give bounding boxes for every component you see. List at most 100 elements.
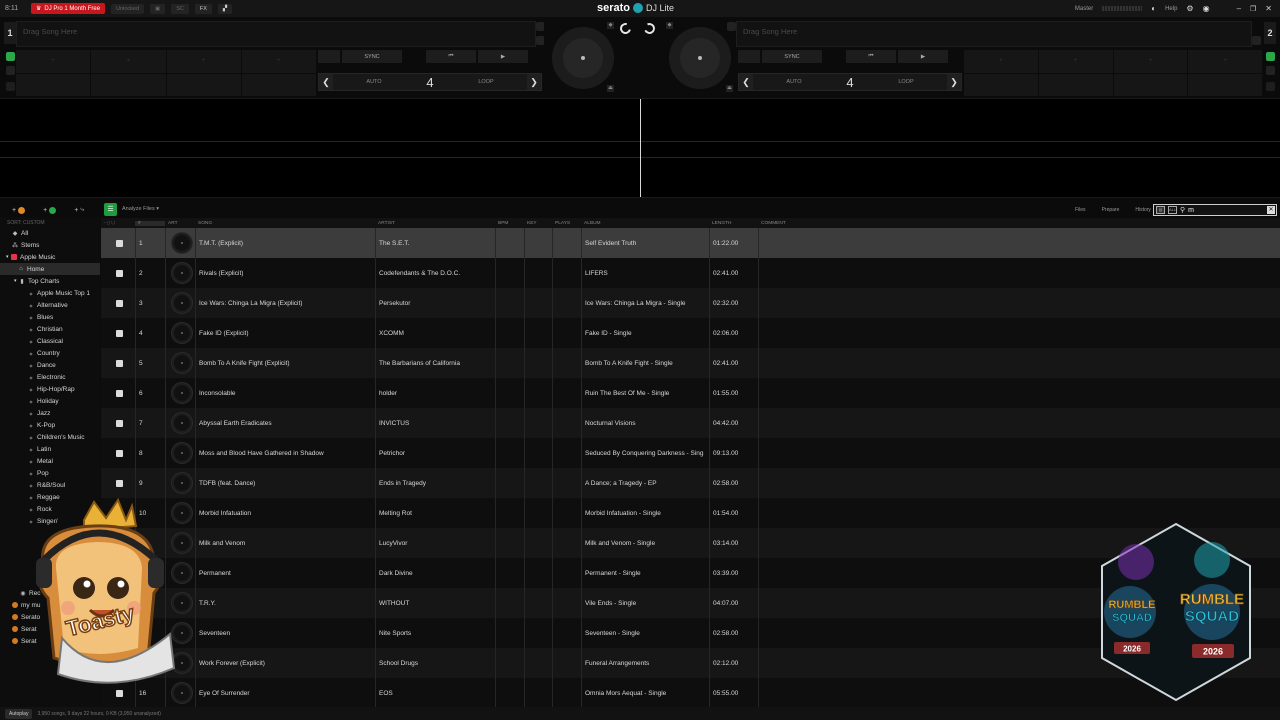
deck-1-pad-mode-icon[interactable] bbox=[6, 52, 15, 61]
deck-1-loop-next[interactable]: ❯ bbox=[527, 74, 541, 90]
deck-2-pencil-icon[interactable] bbox=[727, 22, 736, 31]
cue-pad[interactable]: + bbox=[1113, 50, 1188, 73]
deck-2-sync-button[interactable]: SYNC bbox=[762, 50, 822, 63]
search-all-toggle[interactable]: ALL bbox=[1168, 206, 1177, 214]
deck-2-loop-button[interactable]: LOOP bbox=[865, 79, 947, 85]
column-album[interactable]: ALBUM bbox=[581, 221, 709, 226]
sidebar-item-genre[interactable]: ⁎ Latin bbox=[0, 443, 100, 455]
column-comment[interactable]: COMMENT bbox=[758, 221, 958, 226]
table-row[interactable]: 6 Inconsolable holder Ruin The Best Of Me -… bbox=[101, 378, 1280, 408]
account-icon[interactable]: ◉ bbox=[1203, 4, 1210, 13]
sidebar-item-top-charts[interactable]: ▾ ▮ Top Charts bbox=[0, 275, 100, 287]
tab-history[interactable]: History bbox=[1135, 207, 1151, 213]
cue-pad[interactable]: + bbox=[964, 50, 1038, 73]
deck-1-eject-icon[interactable]: ⏏ bbox=[607, 85, 614, 92]
list-view-button[interactable]: ☰ bbox=[104, 203, 117, 216]
deck-2-eject-icon[interactable]: ⏏ bbox=[726, 85, 733, 92]
deck-2-platter[interactable] bbox=[669, 27, 731, 89]
maximize-icon[interactable]: ❐ bbox=[1250, 5, 1256, 13]
column-song[interactable]: SONG bbox=[195, 221, 375, 226]
deck-2-auto-button[interactable]: AUTO bbox=[753, 79, 835, 85]
column-key[interactable]: KEY bbox=[524, 221, 552, 226]
deck-2-play-button[interactable]: ▶ bbox=[898, 50, 948, 63]
deck-1-loop-prev[interactable]: ❮ bbox=[319, 74, 333, 90]
fx-button[interactable]: FX bbox=[194, 3, 212, 14]
deck-2-sampler-icon[interactable] bbox=[1266, 66, 1275, 75]
cue-pad[interactable] bbox=[166, 73, 241, 96]
unlocked-chip[interactable]: Unlocked bbox=[111, 3, 145, 14]
cue-pad[interactable] bbox=[16, 73, 91, 96]
cue-pad[interactable]: + bbox=[241, 50, 316, 73]
status-column-icons[interactable]: ◦ ▯ ⬡ bbox=[101, 221, 135, 226]
cue-pad[interactable] bbox=[241, 73, 316, 96]
sidebar-item-genre[interactable]: ⁎ Christian bbox=[0, 323, 100, 335]
deck-2-loop-next[interactable]: ❯ bbox=[947, 74, 961, 90]
gear-icon[interactable]: ⚙ bbox=[1186, 4, 1193, 13]
deck-1-cue-button[interactable]: ⏮ bbox=[426, 50, 476, 63]
deck-2-key-icon[interactable]: ◆ bbox=[666, 22, 673, 29]
table-row[interactable]: 5 Bomb To A Knife Fight (Explicit) The Bar… bbox=[101, 348, 1280, 378]
cue-pad[interactable] bbox=[1188, 73, 1262, 96]
deck-2-drop-zone[interactable]: Drag Song Here bbox=[736, 21, 1252, 47]
cue-pad[interactable]: + bbox=[1038, 50, 1113, 73]
clear-search-icon[interactable]: ✕ bbox=[1267, 206, 1275, 214]
deck-1-platter[interactable] bbox=[552, 27, 614, 89]
cue-pad[interactable]: + bbox=[16, 50, 91, 73]
sidebar-item-genre[interactable]: ⁎ Country bbox=[0, 347, 100, 359]
sidebar-item-stems[interactable]: ⁂ Stems bbox=[0, 239, 100, 251]
sidebar-item-genre[interactable]: ⁎ Classical bbox=[0, 335, 100, 347]
tab-prepare[interactable]: Prepare bbox=[1102, 207, 1120, 213]
deck-1-sampler-icon[interactable] bbox=[6, 66, 15, 75]
table-row[interactable]: 4 Fake ID (Explicit) XCOMM Fake ID - Single… bbox=[101, 318, 1280, 348]
promo-button[interactable]: ♛ DJ Pro 1 Month Free bbox=[31, 3, 106, 14]
cue-pad[interactable]: + bbox=[166, 50, 241, 73]
sidebar-item-apple-music[interactable]: ▾ Apple Music bbox=[0, 251, 100, 263]
sidebar-item-genre[interactable]: ⁎ Alternative bbox=[0, 299, 100, 311]
sidebar-item-home[interactable]: ⌂ Home bbox=[0, 263, 100, 275]
search-input[interactable]: m bbox=[1188, 207, 1264, 214]
column-artist[interactable]: ARTIST bbox=[375, 221, 495, 226]
search-box[interactable]: ▤ ALL ⚲ m ✕ bbox=[1153, 204, 1277, 216]
sidebar-item-genre[interactable]: ⁎ Metal bbox=[0, 455, 100, 467]
sidebar-item-genre[interactable]: ⁎ Jazz bbox=[0, 407, 100, 419]
deck-1-loop-button[interactable]: LOOP bbox=[445, 79, 527, 85]
waveform-display[interactable] bbox=[0, 98, 1280, 198]
record-button[interactable]: ▣ bbox=[150, 3, 166, 14]
column-length[interactable]: LENGTH bbox=[709, 221, 758, 226]
sidebar-item-genre[interactable]: ⁎ Electronic bbox=[0, 371, 100, 383]
table-row[interactable]: 7 Abyssal Earth Eradicates INVICTUS Nocturn… bbox=[101, 408, 1280, 438]
sc-button[interactable]: SC bbox=[171, 3, 189, 14]
deck-1-play-button[interactable]: ▶ bbox=[478, 50, 528, 63]
cue-pad[interactable]: + bbox=[91, 50, 166, 73]
sidebar-item-all[interactable]: ◆ All bbox=[0, 227, 100, 239]
minimize-icon[interactable]: – bbox=[1237, 4, 1241, 13]
add-smart-crate-button[interactable]: + bbox=[43, 206, 57, 214]
sidebar-item-genre[interactable]: ⁎ K-Pop bbox=[0, 419, 100, 431]
autoplay-button[interactable]: Autoplay bbox=[5, 708, 33, 719]
sidebar-item-genre[interactable]: ⁎ Apple Music Top 1 bbox=[0, 287, 100, 299]
sidebar-item-genre[interactable]: ⁎ R&B/Soul bbox=[0, 479, 100, 491]
sidebar-item-genre[interactable]: ⁎ Hip-Hop/Rap bbox=[0, 383, 100, 395]
sort-label[interactable]: SORT: CUSTOM bbox=[0, 217, 100, 227]
deck-2-pad-mode-icon[interactable] bbox=[1266, 52, 1275, 61]
table-row[interactable]: 2 Rivals (Explicit) Codefendants & The D.O… bbox=[101, 258, 1280, 288]
cue-pad[interactable] bbox=[964, 73, 1038, 96]
column-plays[interactable]: PLAYS bbox=[552, 221, 581, 226]
help-menu[interactable]: Help bbox=[1165, 6, 1177, 12]
deck-1-drop-zone[interactable]: Drag Song Here bbox=[16, 21, 536, 47]
cue-pad[interactable]: + bbox=[1188, 50, 1262, 73]
deck-1-loop-icon[interactable] bbox=[6, 82, 15, 91]
column-art[interactable]: ART bbox=[165, 221, 195, 226]
volume-icon[interactable]: ◐ bbox=[1151, 4, 1156, 13]
table-row[interactable]: 1 T.M.T. (Explicit) The S.E.T. Self Evident… bbox=[101, 228, 1280, 258]
cue-pad[interactable] bbox=[91, 73, 166, 96]
table-row[interactable]: 3 Ice Wars: Chinga La Migra (Explicit) Per… bbox=[101, 288, 1280, 318]
deck-2-grid-icon[interactable] bbox=[1252, 36, 1261, 45]
deck-1-auto-button[interactable]: AUTO bbox=[333, 79, 415, 85]
search-mode-icon[interactable]: ▤ bbox=[1156, 206, 1165, 214]
layout-button[interactable]: ▞ bbox=[217, 3, 233, 14]
sidebar-item-genre[interactable]: ⁎ Dance bbox=[0, 359, 100, 371]
sidebar-item-genre[interactable]: ⁎ Holiday bbox=[0, 395, 100, 407]
cue-pad[interactable] bbox=[1038, 73, 1113, 96]
table-row[interactable]: 8 Moss and Blood Have Gathered in Shadow P… bbox=[101, 438, 1280, 468]
